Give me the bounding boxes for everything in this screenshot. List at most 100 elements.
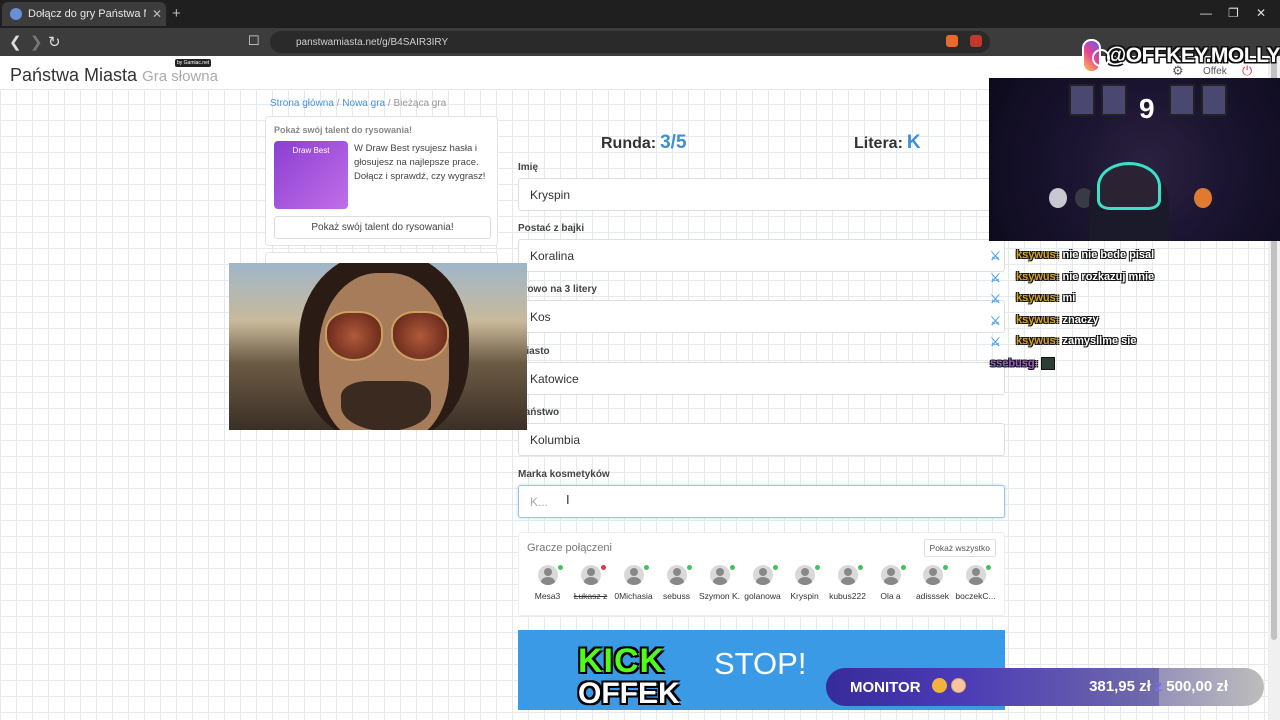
player-item[interactable]: Ola a <box>869 565 912 601</box>
players-title: Gracze połączeni <box>527 542 612 554</box>
breadcrumb: Strona główna / Nowa gra / Bieżąca gra <box>270 98 446 109</box>
show-all-button[interactable]: Pokaż wszystko <box>923 539 996 557</box>
minimize-icon[interactable]: — <box>1200 6 1212 20</box>
player-name: Mesa3 <box>534 591 561 601</box>
wall-poster <box>1201 84 1227 116</box>
field-input-name[interactable]: Kryspin <box>518 178 1005 211</box>
close-tab-icon[interactable]: ✕ <box>152 7 162 21</box>
restore-icon[interactable]: ❐ <box>1228 6 1239 20</box>
online-status-icon <box>773 565 778 570</box>
player-item[interactable]: Kryspin <box>783 565 826 601</box>
goal-target: 500,00 zł <box>1166 678 1228 695</box>
player-item[interactable]: Mesa3 <box>526 565 569 601</box>
sword-badge-icon: ⚔ <box>990 313 1001 328</box>
ad-image[interactable]: Draw Best <box>274 141 348 209</box>
chat-user: ksywus <box>1016 292 1056 305</box>
brave-rewards-icon[interactable] <box>970 35 982 47</box>
sword-badge-icon: ⚔ <box>990 335 1001 350</box>
field-input-fairy-character[interactable]: Koralina <box>518 239 1005 272</box>
field-placeholder: K... <box>530 494 549 509</box>
player-name: kubus222 <box>829 591 866 601</box>
field-input-three-letter-word[interactable]: Kos <box>518 300 1005 333</box>
online-status-icon <box>943 565 948 570</box>
player-item[interactable]: sebuss <box>655 565 698 601</box>
address-bar[interactable]: panstwamiasta.net/g/B4SAIR3IRY <box>270 31 990 53</box>
chat-text: mi <box>1062 292 1076 305</box>
player-name: adisssek <box>915 591 950 601</box>
connected-players-panel: Gracze połączeni Pokaż wszystko Mesa3 Łu… <box>518 532 1005 616</box>
player-item[interactable]: adisssek <box>911 565 954 601</box>
player-name: golanowa <box>744 591 781 601</box>
text-cursor-icon: I <box>566 492 570 507</box>
avatar <box>537 565 558 585</box>
online-status-icon <box>644 565 649 570</box>
avatar <box>623 565 644 585</box>
field-input-cosmetics-brand[interactable]: K... <box>518 485 1005 518</box>
field-input-country[interactable]: Kolumbia <box>518 423 1005 456</box>
sword-badge-icon: ⚔ <box>990 249 1001 263</box>
ad-button[interactable]: Pokaż swój talent do rysowania! <box>274 216 491 239</box>
breadcrumb-new-game[interactable]: Nowa gra <box>342 98 385 109</box>
donation-goal-bar: MONITOR 381,95 zł z 500,00 zł <box>826 668 1264 706</box>
online-status-icon <box>901 565 906 570</box>
away-status-icon <box>601 565 606 570</box>
avatar <box>837 565 858 585</box>
plush-toy <box>1194 188 1212 208</box>
tab-title: Dołącz do gry Państwa Miasta <box>28 8 146 20</box>
field-label-fairy-character: Postać z bajki <box>518 223 585 234</box>
online-status-icon <box>986 565 991 570</box>
wall-poster <box>1101 84 1127 116</box>
sunglasses-icon <box>325 311 383 361</box>
breadcrumb-home[interactable]: Strona główna <box>270 98 334 109</box>
player-item[interactable]: Szymon K. <box>698 565 741 601</box>
instagram-handle: @OFFKEY.MOLLY <box>1105 44 1280 67</box>
instagram-icon <box>1082 39 1110 73</box>
reload-icon[interactable]: ↻ <box>48 33 61 51</box>
field-label-name: Imię <box>518 162 539 173</box>
reaction-image-overlay <box>229 263 527 430</box>
online-status-icon <box>687 565 692 570</box>
player-name: 0Michasia <box>614 591 653 601</box>
avatar <box>794 565 815 585</box>
browser-tab[interactable]: Dołącz do gry Państwa Miasta ✕ <box>2 2 166 26</box>
forward-icon[interactable]: ❯ <box>30 33 43 51</box>
brand-subtitle: Gra słowna <box>142 68 218 85</box>
avatar <box>752 565 773 585</box>
player-item[interactable]: kubus222 <box>826 565 869 601</box>
brave-shield-icon[interactable] <box>946 35 958 47</box>
bookmark-icon[interactable]: ☐ <box>248 33 260 49</box>
baby-emoji-icon <box>951 678 966 693</box>
player-item[interactable]: golanowa <box>741 565 784 601</box>
webcam-counter: 9 <box>1139 93 1155 124</box>
letter-label: Litera: <box>854 135 903 152</box>
player-item[interactable]: Łukasz z <box>569 565 612 601</box>
field-label-three-letter-word: Słowo na 3 litery <box>518 284 597 295</box>
breadcrumb-current: Bieżąca gra <box>393 98 447 109</box>
letter-value: K <box>906 132 921 153</box>
player-item[interactable]: 0Michasia <box>612 565 655 601</box>
player-name: Ola a <box>880 591 901 601</box>
avatar <box>922 565 943 585</box>
close-window-icon[interactable]: ✕ <box>1256 6 1266 20</box>
goal-separator: z <box>1154 678 1163 695</box>
sword-badge-icon: ⚔ <box>990 270 1001 285</box>
player-name: Łukasz z <box>573 591 608 601</box>
chat-text: znaczy <box>1062 313 1099 326</box>
chat-user: ksywus <box>1016 270 1056 283</box>
player-name: boczekC... <box>955 591 996 601</box>
emote-icon <box>1041 356 1056 370</box>
chat-user: ksywus <box>1016 249 1056 261</box>
browser-tabbar: Dołącz do gry Państwa Miasta ✕ + — ❐ ✕ <box>0 0 1280 28</box>
online-status-icon <box>858 565 863 570</box>
player-item[interactable]: boczekC... <box>954 565 997 601</box>
kick-logo-bottom: OFFEK <box>578 677 680 710</box>
field-input-city[interactable]: Katowice <box>518 362 1005 395</box>
headset-icon <box>1097 162 1161 210</box>
chat-message: ⚔ ksywus: nie nie bede pisal <box>990 249 1155 263</box>
sunglasses-icon <box>391 311 449 361</box>
site-logo[interactable]: Państwa Miasta Gra słowna <box>10 65 218 86</box>
player-name: sebuss <box>663 591 690 601</box>
streamer-webcam: 9 <box>989 78 1280 241</box>
back-icon[interactable]: ❮ <box>9 33 22 51</box>
new-tab-icon[interactable]: + <box>172 5 181 22</box>
